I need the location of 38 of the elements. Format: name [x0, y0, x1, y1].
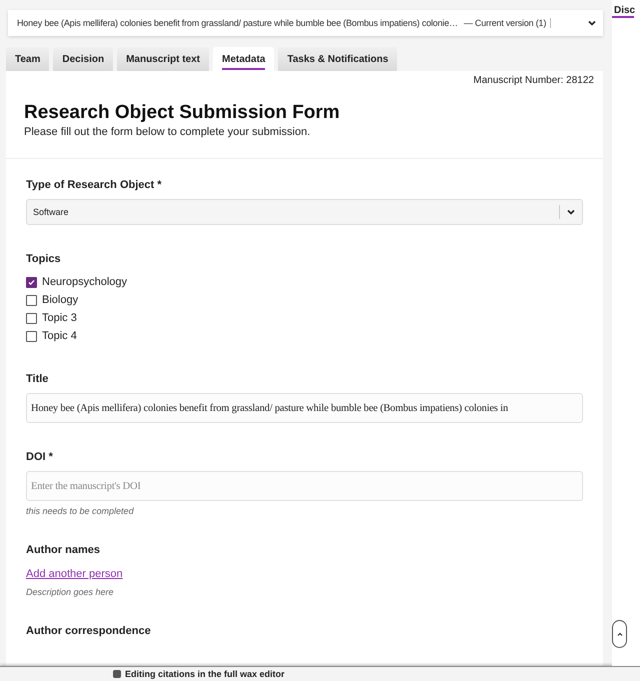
text-field[interactable]: Honey bee (Apis mellifera) colonies benefit from grassland/ pasture while bumble bee (Bombus impatiens) colonies in [26, 393, 583, 423]
tab[interactable]: Metadata [212, 47, 274, 71]
form-heading: Research Object Submission Form [24, 102, 341, 124]
checkbox[interactable] [26, 294, 37, 306]
field-label: Topics [26, 253, 62, 265]
add-person-link[interactable]: Add another person [26, 568, 123, 580]
checkbox[interactable] [26, 312, 37, 324]
chevron-down-icon [587, 18, 597, 28]
field-label: Title [26, 373, 50, 385]
version-label: — Current version (1) [464, 18, 552, 28]
manuscript-number: Manuscript Number: 28122 [473, 74, 595, 86]
tab[interactable]: Tasks & Notifications [278, 47, 398, 71]
status-text: Editing citations in the full wax editor [125, 669, 285, 679]
checkbox-label: Biology [42, 294, 78, 306]
manuscript-title: Honey bee (Apis mellifera) colonies benefit from grassland/ pasture while bumble bee (Bombus impatiens) colonie… [17, 18, 458, 28]
checkbox[interactable] [26, 330, 37, 342]
field-label: DOI * [26, 451, 54, 463]
text-field[interactable]: Enter the manuscript's DOI [26, 471, 583, 501]
chevron-down-icon [566, 207, 576, 217]
field-note: Description goes here [26, 587, 115, 597]
tab[interactable]: Manuscript text [117, 47, 209, 71]
tab[interactable]: Decision [53, 47, 114, 71]
version-bar[interactable]: Honey bee (Apis mellifera) colonies benefit from grassland/ pasture while bumble bee (Bombus impatiens) colonie… — Current version (1) [8, 10, 603, 36]
document-icon [113, 670, 121, 678]
checkbox-label: Neuropsychology [42, 276, 127, 288]
chevron-up-icon [616, 632, 622, 636]
field-label: Author correspondence [26, 625, 152, 637]
checkbox[interactable] [26, 276, 37, 288]
checkbox-label: Topic 3 [42, 312, 77, 324]
checkbox-label: Topic 4 [42, 330, 77, 342]
field-label: Author names [26, 544, 101, 556]
type-select[interactable]: Software [26, 199, 583, 225]
scroll-up-button[interactable] [612, 620, 627, 648]
field-label: Type of Research Object * [26, 179, 163, 191]
discussion-tab[interactable]: Disc [612, 0, 634, 18]
field-note: this needs to be completed [26, 506, 135, 516]
form-intro: Please fill out the form below to complete your submission. [24, 126, 312, 138]
tab[interactable]: Team [6, 47, 50, 71]
